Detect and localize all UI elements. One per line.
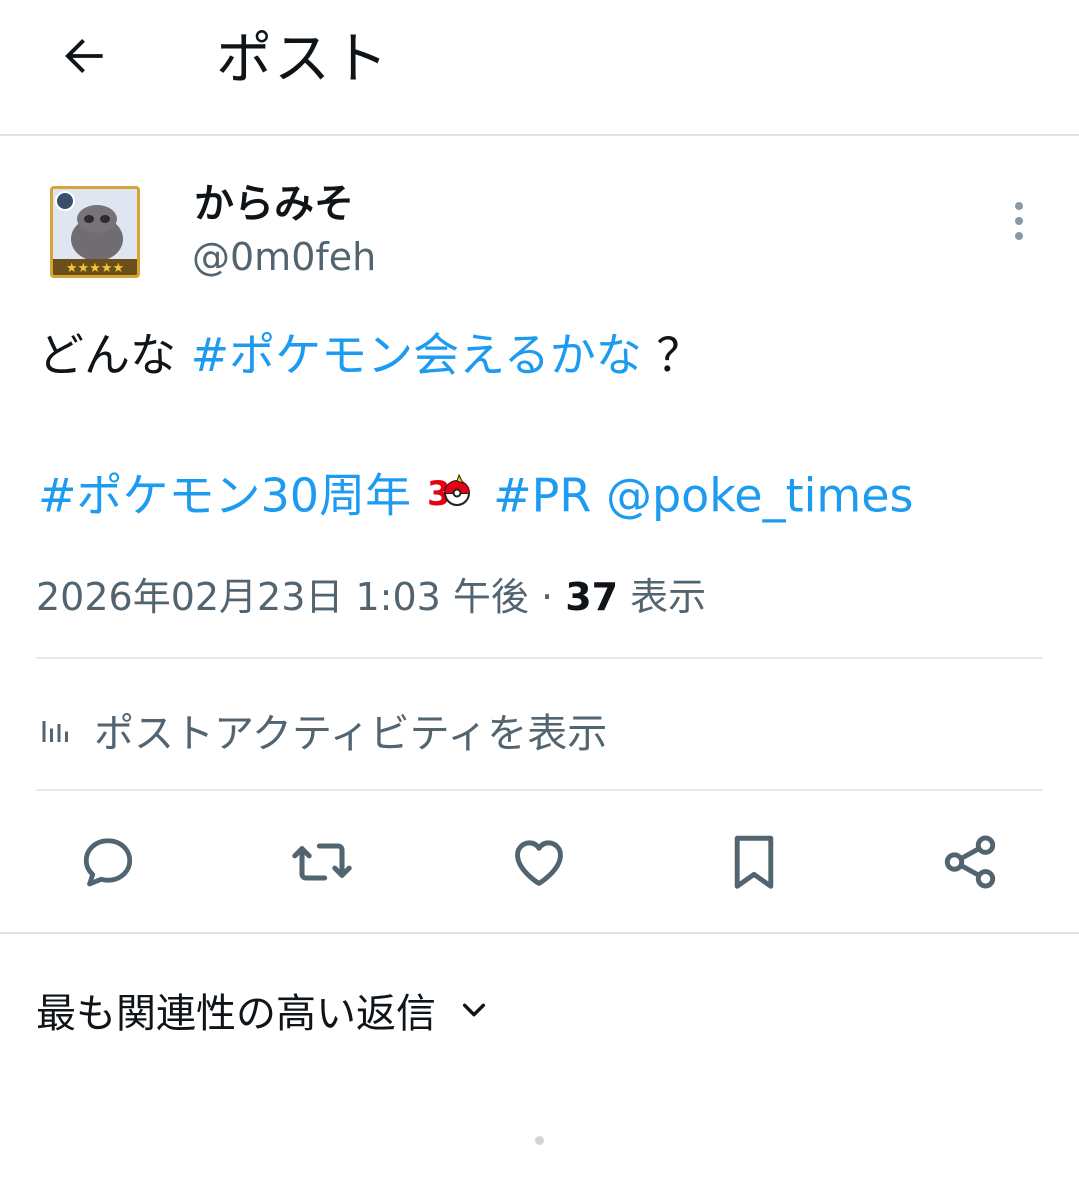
views-count: 37 bbox=[565, 575, 619, 619]
like-button[interactable] bbox=[507, 830, 571, 894]
hashtag-link[interactable]: #PR bbox=[493, 469, 591, 523]
more-vertical-icon bbox=[1015, 202, 1023, 240]
views-label: 表示 bbox=[630, 575, 707, 619]
author-handle[interactable]: @0m0feh bbox=[192, 232, 376, 282]
arrow-left-icon bbox=[65, 38, 103, 74]
post-text: どんな #ポケモン会えるかな ？ bbox=[38, 324, 1038, 386]
bar-chart-icon bbox=[38, 712, 74, 748]
avatar-image: ★★★★★ bbox=[53, 189, 137, 275]
post-tags-line: #ポケモン30周年 3 #PR @poke_times bbox=[38, 464, 1048, 534]
svg-text:★★★★★: ★★★★★ bbox=[66, 261, 124, 275]
share-button[interactable] bbox=[938, 830, 1002, 894]
repost-button[interactable] bbox=[290, 830, 354, 894]
page-title: ポスト bbox=[216, 27, 390, 92]
more-options-button[interactable] bbox=[992, 196, 1046, 246]
top-bar: ポスト bbox=[0, 0, 1079, 136]
replies-sort-label: 最も関連性の高い返信 bbox=[36, 991, 436, 1037]
hashtag-link[interactable]: #ポケモン会えるかな bbox=[191, 328, 642, 382]
post-activity-label: ポストアクティビティを表示 bbox=[94, 711, 608, 757]
scroll-indicator-dot bbox=[535, 1136, 544, 1145]
author-display-name[interactable]: からみそ bbox=[194, 178, 354, 230]
divider bbox=[36, 789, 1043, 791]
share-icon bbox=[944, 835, 996, 889]
post-metadata: 2026年02月23日 1:03 午後 · 37 表示 bbox=[36, 572, 706, 622]
reply-button[interactable] bbox=[76, 830, 140, 894]
pokemon-30th-emoji-icon: 3 bbox=[425, 464, 473, 526]
bookmark-button[interactable] bbox=[722, 830, 786, 894]
repost-icon bbox=[292, 843, 352, 881]
back-button[interactable] bbox=[48, 20, 120, 92]
reply-icon bbox=[83, 838, 133, 887]
post-text-prefix: どんな bbox=[38, 328, 191, 382]
post-activity-button[interactable]: ポストアクティビティを表示 bbox=[38, 700, 607, 760]
post-timestamp[interactable]: 2026年02月23日 1:03 午後 bbox=[36, 575, 529, 619]
action-bar bbox=[0, 800, 1079, 934]
post-text-suffix: ？ bbox=[656, 328, 703, 382]
avatar[interactable]: ★★★★★ bbox=[50, 186, 140, 278]
hashtag-link[interactable]: #ポケモン30周年 bbox=[38, 469, 411, 523]
replies-sort-dropdown[interactable]: 最も関連性の高い返信 bbox=[36, 980, 490, 1040]
mention-link[interactable]: @poke_times bbox=[606, 469, 914, 523]
like-icon bbox=[515, 840, 563, 886]
meta-separator: · bbox=[541, 575, 554, 619]
divider bbox=[36, 657, 1043, 659]
bookmark-icon bbox=[734, 835, 774, 889]
chevron-down-icon bbox=[458, 994, 490, 1026]
